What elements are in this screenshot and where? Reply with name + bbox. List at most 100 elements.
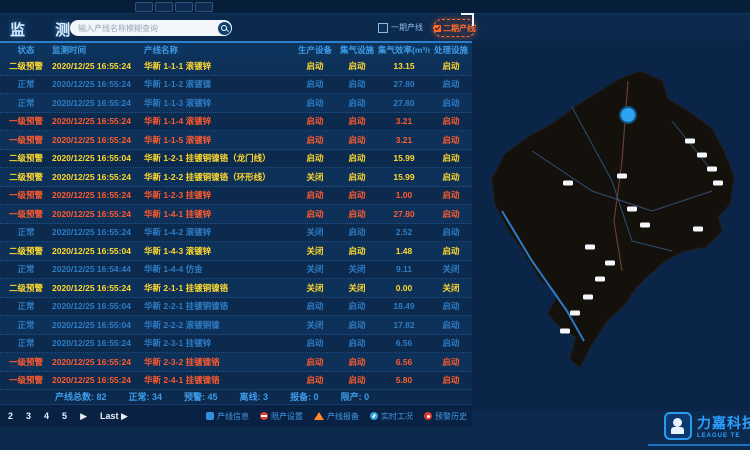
cell-status: 一级预警 xyxy=(0,134,52,146)
map-marker[interactable] xyxy=(693,227,703,232)
page-button[interactable]: 2 xyxy=(8,411,13,421)
legend-item[interactable]: 产线信息 xyxy=(206,411,249,422)
cell-time: 2020/12/25 16:55:04 xyxy=(52,301,144,311)
logo-name: 力嘉科技 xyxy=(697,413,750,433)
cell-line-name: 华新 2-3-2 挂镀镍铬 xyxy=(144,356,294,368)
map-marker[interactable] xyxy=(605,261,615,266)
cell-time: 2020/12/25 16:55:04 xyxy=(52,246,144,256)
table-row[interactable]: 一级预警2020/12/25 16:55:24华新 2-3-2 挂镀镍铬启动启动… xyxy=(0,353,472,372)
cell-time: 2020/12/25 16:55:04 xyxy=(52,320,144,330)
page-button[interactable]: 5 xyxy=(62,411,67,421)
page-button[interactable]: 3 xyxy=(26,411,31,421)
table-row[interactable]: 二级预警2020/12/25 16:55:24华新 1-2-2 挂镀铜镍铬（环形… xyxy=(0,168,472,187)
legend-label: 限产设置 xyxy=(271,411,303,422)
cell-gas-facility: 启动 xyxy=(336,78,378,90)
cell-time: 2020/12/25 16:55:24 xyxy=(52,79,144,89)
search-input[interactable] xyxy=(70,24,218,33)
table-row[interactable]: 正常2020/12/25 16:55:04华新 2-2-1 挂镀铜镍铬启动启动1… xyxy=(0,298,472,317)
cell-gas-efficiency: 1.48 xyxy=(378,246,430,256)
map-marker[interactable] xyxy=(560,329,570,334)
table-row[interactable]: 二级预警2020/12/25 16:55:04华新 1-4-3 滚镀锌关闭启动1… xyxy=(0,242,472,261)
legend-label: 实时工况 xyxy=(381,411,413,422)
cell-gas-facility: 启动 xyxy=(336,245,378,257)
table-row[interactable]: 一级预警2020/12/25 16:55:24华新 1-1-5 滚镀锌启动启动3… xyxy=(0,131,472,150)
cell-gas-facility: 启动 xyxy=(336,300,378,312)
cell-gas-efficiency: 13.15 xyxy=(378,61,430,71)
table-row[interactable]: 一级预警2020/12/25 16:55:24华新 1-1-4 滚镀锌启动启动3… xyxy=(0,113,472,132)
table-row[interactable]: 正常2020/12/25 16:54:44华新 1-4-4 仿金关闭关闭9.11… xyxy=(0,261,472,280)
search-icon[interactable] xyxy=(218,22,231,35)
info-square-icon xyxy=(206,412,214,420)
map-marker[interactable] xyxy=(697,153,707,158)
table-row[interactable]: 一级预警2020/12/25 16:55:24华新 1-2-3 挂镀锌启动启动1… xyxy=(0,187,472,206)
cell-status: 正常 xyxy=(0,78,52,90)
cell-production-equipment: 关闭 xyxy=(294,171,336,183)
page-button[interactable]: 4 xyxy=(44,411,49,421)
col-gas-facility: 集气设施 xyxy=(336,44,378,56)
cell-status: 一级预警 xyxy=(0,208,52,220)
cell-gas-efficiency: 0.00 xyxy=(378,283,430,293)
table-row[interactable]: 二级预警2020/12/25 16:55:04华新 1-2-1 挂镀铜镍铬（龙门… xyxy=(0,150,472,169)
table-row[interactable]: 一级预警2020/12/25 16:55:24华新 2-4-1 挂镀镍铬启动启动… xyxy=(0,372,472,391)
map-marker[interactable] xyxy=(713,181,723,186)
filter-label: 一期产线 xyxy=(391,22,423,33)
cell-time: 2020/12/25 16:55:04 xyxy=(52,153,144,163)
cell-production-equipment: 启动 xyxy=(294,356,336,368)
map-marker[interactable] xyxy=(595,277,605,282)
cell-production-equipment: 启动 xyxy=(294,152,336,164)
cell-gas-efficiency: 1.00 xyxy=(378,190,430,200)
cell-treatment-facility: 关闭 xyxy=(430,263,472,275)
cell-production-equipment: 启动 xyxy=(294,337,336,349)
table-row[interactable]: 正常2020/12/25 16:55:04华新 2-2-2 滚镀铜镍关闭启动17… xyxy=(0,316,472,335)
table-row[interactable]: 二级预警2020/12/25 16:55:24华新 1-1-1 滚镀锌启动启动1… xyxy=(0,57,472,76)
cell-gas-facility: 关闭 xyxy=(336,263,378,275)
legend-item[interactable]: 实时工况 xyxy=(370,411,413,422)
table-row[interactable]: 二级预警2020/12/25 16:55:24华新 2-1-1 挂镀铜镍铬关闭关… xyxy=(0,279,472,298)
filter-phase1-checkbox[interactable]: 一期产线 xyxy=(378,22,423,33)
table-header-row: 状态 监测时间 产线名称 生产设备 集气设施 集气效率(m³/s) 处理设施 xyxy=(0,41,472,57)
cell-treatment-facility: 启动 xyxy=(430,115,472,127)
map-marker[interactable] xyxy=(585,245,595,250)
cell-treatment-facility: 启动 xyxy=(430,300,472,312)
table-row[interactable]: 正常2020/12/25 16:55:24华新 1-4-2 滚镀锌关闭启动2.5… xyxy=(0,224,472,243)
district-map[interactable] xyxy=(472,41,750,411)
map-marker[interactable] xyxy=(707,167,717,172)
table-row[interactable]: 一级预警2020/12/25 16:55:24华新 1-4-1 挂镀锌启动启动2… xyxy=(0,205,472,224)
last-page-button[interactable]: Last ▶ xyxy=(100,411,128,422)
legend-item[interactable]: 预警历史 xyxy=(424,411,467,422)
legend-item[interactable]: 产线报备 xyxy=(314,411,359,422)
cell-time: 2020/12/25 16:55:24 xyxy=(52,190,144,200)
table-row[interactable]: 正常2020/12/25 16:55:24华新 2-3-1 挂镀锌启动启动6.5… xyxy=(0,335,472,354)
top-decor-tab xyxy=(135,2,153,12)
cell-treatment-facility: 启动 xyxy=(430,171,472,183)
cell-time: 2020/12/25 16:55:24 xyxy=(52,135,144,145)
next-page-button[interactable]: ▶ xyxy=(80,411,87,422)
cell-status: 正常 xyxy=(0,319,52,331)
map-marker[interactable] xyxy=(570,311,580,316)
map-marker[interactable] xyxy=(563,181,573,186)
cell-treatment-facility: 启动 xyxy=(430,374,472,386)
map-marker[interactable] xyxy=(640,223,650,228)
cell-line-name: 华新 1-1-1 滚镀锌 xyxy=(144,60,294,72)
map-cluster-marker[interactable] xyxy=(620,107,636,123)
legend-label: 产线信息 xyxy=(217,411,249,422)
bottom-toolbar: 2 3 4 5 ▶ Last ▶ 产线信息 限产设置产线报备 实时工况预警历史 xyxy=(0,404,472,427)
cell-production-equipment: 关闭 xyxy=(294,319,336,331)
cell-line-name: 华新 1-1-2 滚镀镍 xyxy=(144,78,294,90)
legend-item[interactable]: 限产设置 xyxy=(260,411,303,422)
alert-dot-icon xyxy=(424,412,432,420)
map-marker[interactable] xyxy=(685,139,695,144)
table-row[interactable]: 正常2020/12/25 16:55:24华新 1-1-3 滚镀锌启动启动27.… xyxy=(0,94,472,113)
table-row[interactable]: 正常2020/12/25 16:55:24华新 1-1-2 滚镀镍启动启动27.… xyxy=(0,76,472,95)
col-status: 状态 xyxy=(0,44,52,56)
map-marker[interactable] xyxy=(583,295,593,300)
cell-status: 一级预警 xyxy=(0,356,52,368)
search-box[interactable] xyxy=(70,20,232,36)
cell-time: 2020/12/25 16:55:24 xyxy=(52,338,144,348)
map-marker[interactable] xyxy=(617,174,627,179)
cell-gas-efficiency: 3.21 xyxy=(378,135,430,145)
cell-gas-efficiency: 17.82 xyxy=(378,320,430,330)
map-marker[interactable] xyxy=(627,207,637,212)
cell-production-equipment: 启动 xyxy=(294,60,336,72)
top-decor-tab xyxy=(195,2,213,12)
